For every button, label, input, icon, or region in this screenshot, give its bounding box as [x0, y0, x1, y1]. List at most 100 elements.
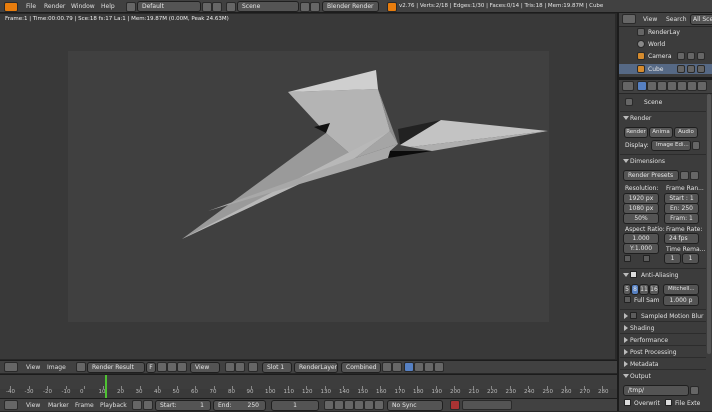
border-checkbox[interactable] — [624, 255, 631, 262]
aa-samples-5[interactable]: 5 — [623, 284, 631, 295]
menu-file[interactable]: File — [26, 0, 36, 13]
outliner-menu-search[interactable]: Search — [666, 13, 687, 26]
start-frame-field[interactable]: Start: 1 — [155, 400, 211, 411]
visibility-icon[interactable] — [677, 52, 685, 60]
menu-render[interactable]: Render — [44, 0, 65, 13]
aa-filter-select[interactable]: Mitchell... — [663, 284, 699, 295]
scene-add-icon[interactable] — [300, 2, 310, 12]
current-frame-indicator[interactable] — [105, 375, 107, 398]
editor-type-icon[interactable] — [4, 362, 18, 372]
outliner-display-select[interactable]: All Sce — [690, 14, 712, 25]
sync-mode-select[interactable]: No Sync — [387, 400, 443, 411]
world-tab-icon[interactable] — [667, 81, 677, 91]
aa-samples-8[interactable]: 8 — [631, 284, 639, 295]
keying-set-icon[interactable] — [462, 400, 512, 410]
outliner-menu-view[interactable]: View — [643, 13, 657, 26]
display-select[interactable]: Image Edi... — [651, 140, 691, 151]
audio-button[interactable]: Audio — [674, 127, 698, 138]
menu-window[interactable]: Window — [71, 0, 95, 13]
render-toggle-icon[interactable] — [697, 52, 705, 60]
crop-checkbox[interactable] — [643, 255, 650, 262]
scene-field[interactable]: Scene — [237, 1, 299, 12]
render-pass-select[interactable]: Combined — [341, 362, 381, 373]
output-section-header[interactable]: Output — [620, 369, 706, 382]
uv-sync-icon[interactable] — [248, 362, 258, 372]
render-button[interactable]: Render — [624, 127, 648, 138]
outliner-row[interactable]: RenderLay — [619, 28, 712, 38]
snap-icon[interactable] — [235, 362, 245, 372]
render-slots-icon[interactable] — [434, 362, 444, 372]
record-icon[interactable] — [450, 400, 460, 410]
fake-user-button[interactable]: F — [146, 362, 156, 373]
outliner-row[interactable]: Cube — [619, 64, 712, 74]
frame-step-field[interactable]: Fram: 1 — [664, 213, 699, 224]
object-tab-icon[interactable] — [677, 81, 687, 91]
menu-help[interactable]: Help — [101, 0, 115, 13]
layout-add-icon[interactable] — [202, 2, 212, 12]
frame-rate-select[interactable]: 24 fps — [664, 233, 699, 244]
render-toggle-icon[interactable] — [697, 65, 705, 73]
layout-field[interactable]: Default — [137, 1, 201, 12]
next-key-icon[interactable] — [364, 400, 374, 410]
blender-logo-icon[interactable] — [4, 2, 18, 12]
image-close-icon[interactable] — [177, 362, 187, 372]
menu-image[interactable]: Image — [47, 361, 66, 374]
timeline-menu-view[interactable]: View — [26, 399, 40, 412]
timeline-menu-frame[interactable]: Frame — [75, 399, 94, 412]
pass-prev-icon[interactable] — [382, 362, 392, 372]
overwrite-checkbox[interactable] — [624, 399, 631, 406]
animation-button[interactable]: Anima — [649, 127, 673, 138]
folder-icon[interactable] — [690, 386, 699, 395]
properties-scrollbar[interactable] — [707, 94, 711, 354]
motion-blur-checkbox[interactable] — [630, 312, 637, 319]
visibility-icon[interactable] — [677, 65, 685, 73]
timeline-editor-icon[interactable] — [4, 400, 18, 410]
scene-icon[interactable] — [226, 2, 236, 12]
vertical-area-divider[interactable] — [617, 13, 619, 411]
resolution-percentage-field[interactable]: 50% — [623, 213, 659, 224]
scene-close-icon[interactable] — [310, 2, 320, 12]
outliner-row[interactable]: World — [619, 40, 712, 50]
full-sample-checkbox[interactable] — [624, 296, 631, 303]
file-extensions-checkbox[interactable] — [665, 399, 672, 406]
alpha-icon[interactable] — [414, 362, 424, 372]
image-new-icon[interactable] — [157, 362, 167, 372]
view-menu-field[interactable]: View — [190, 362, 220, 373]
render-section-header[interactable]: Render — [620, 111, 706, 124]
outliner-properties-divider[interactable] — [619, 77, 712, 80]
prev-key-icon[interactable] — [334, 400, 344, 410]
properties-editor-icon[interactable] — [622, 81, 634, 91]
select-icon[interactable] — [687, 65, 695, 73]
preview-range-icon[interactable] — [132, 400, 142, 410]
pivot-icon[interactable] — [225, 362, 235, 372]
render-layers-tab-icon[interactable] — [647, 81, 657, 91]
display-lock-icon[interactable] — [692, 141, 700, 150]
constraints-tab-icon[interactable] — [687, 81, 697, 91]
preset-add-icon[interactable] — [680, 171, 689, 180]
outliner-row[interactable]: Camera — [619, 52, 712, 62]
outliner-editor-icon[interactable] — [622, 14, 636, 24]
slot-select[interactable]: Slot 1 — [262, 362, 292, 373]
render-presets-select[interactable]: Render Presets — [623, 170, 679, 181]
render-tab-icon[interactable] — [637, 81, 647, 91]
jump-start-icon[interactable] — [324, 400, 334, 410]
image-browse-icon[interactable] — [76, 362, 86, 372]
timeline-area[interactable]: -40 -30 -20 -10 0 10 20 30 40 50 60 70 80 90 100 110 120… — [0, 374, 617, 398]
aa-samples-16[interactable]: 16 — [649, 284, 659, 295]
preset-remove-icon[interactable] — [690, 171, 699, 180]
jump-end-icon[interactable] — [374, 400, 384, 410]
menu-view[interactable]: View — [26, 361, 40, 374]
pass-next-icon[interactable] — [392, 362, 402, 372]
aspect-y-field[interactable]: Y:1.000 — [623, 243, 659, 254]
zoom-icon[interactable] — [424, 362, 434, 372]
play-icon[interactable] — [354, 400, 364, 410]
channels-icon[interactable] — [404, 362, 414, 372]
output-path-field[interactable]: /tmp/ — [623, 385, 689, 396]
layout-close-icon[interactable] — [212, 2, 222, 12]
anti-aliasing-section-header[interactable]: Anti-Aliasing — [620, 268, 706, 281]
end-frame-field[interactable]: End: 250 — [213, 400, 266, 411]
outliner[interactable]: RenderLay World Camera Cube — [619, 27, 712, 77]
timeline-menu-playback[interactable]: Playback — [100, 399, 127, 412]
render-engine-select[interactable]: Blender Render — [322, 1, 379, 12]
filter-size-field[interactable]: 1.000 p — [663, 295, 699, 306]
